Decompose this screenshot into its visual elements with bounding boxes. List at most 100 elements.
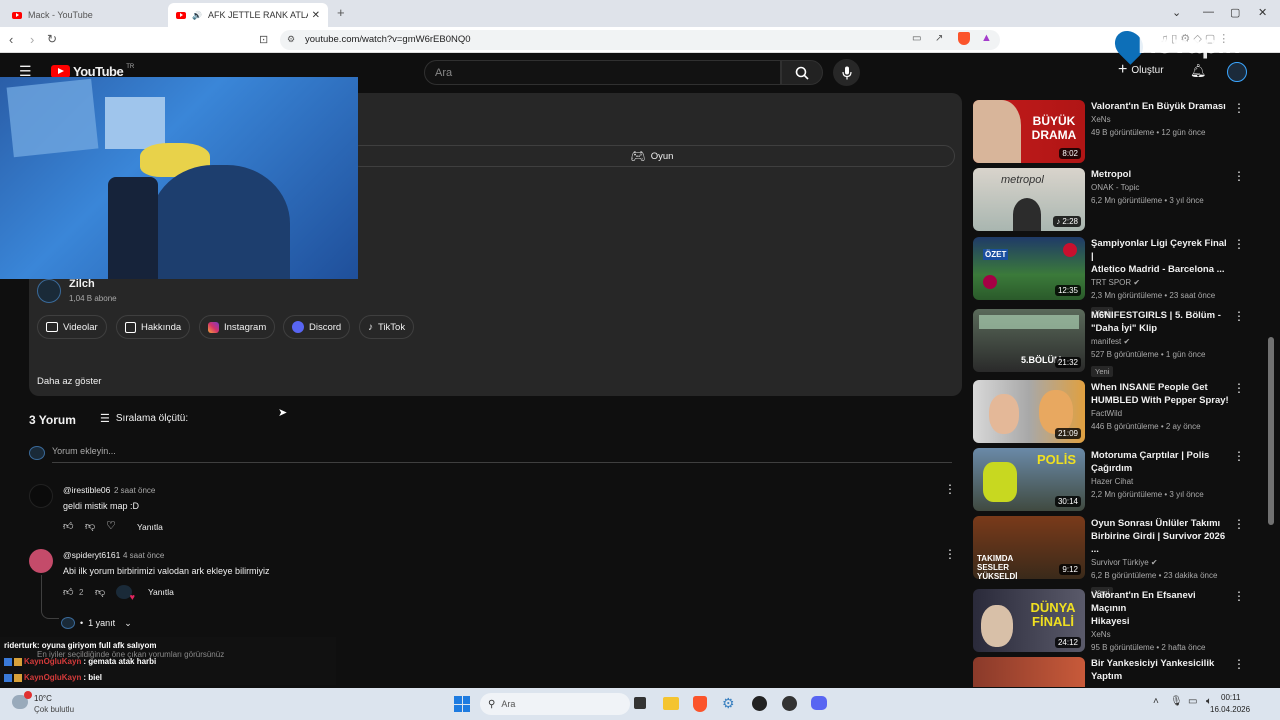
videos-link[interactable]: Videolar xyxy=(37,315,107,339)
rewards-icon[interactable]: ▲ xyxy=(981,32,992,44)
share-icon[interactable]: ↗ xyxy=(935,33,943,44)
taskbar-search[interactable]: ⚲ Ara xyxy=(480,693,630,715)
create-label: Oluştur xyxy=(1131,64,1164,76)
forward-icon[interactable]: › xyxy=(30,32,34,47)
new-tab-icon[interactable]: + xyxy=(337,5,345,20)
reply-button[interactable]: Yanıtla xyxy=(148,587,174,597)
heart-icon[interactable]: ♡ xyxy=(106,519,116,532)
close-icon[interactable]: ✕ xyxy=(312,10,320,21)
tab-mack[interactable]: Mack - YouTube xyxy=(4,3,164,27)
more-actions-icon[interactable]: ⋮ xyxy=(1233,449,1245,463)
tab-title: AFK JETTLE RANK ATLAMAK xyxy=(207,10,308,20)
close-window-icon[interactable]: ✕ xyxy=(1258,6,1267,19)
reload-icon[interactable]: ↻ xyxy=(47,32,57,46)
brave-shield-icon[interactable] xyxy=(958,32,970,45)
more-actions-icon[interactable]: ⋮ xyxy=(1233,169,1245,183)
microphone-icon[interactable]: 🎙︎ xyxy=(1170,696,1183,707)
comment-time[interactable]: 4 saat önce xyxy=(123,551,164,560)
video-thumbnail[interactable]: POLİS 30:14 xyxy=(973,448,1085,511)
tab-search-icon[interactable]: ⌄ xyxy=(1172,6,1181,19)
video-info[interactable]: M6NIFESTGIRLS | 5. Bölüm - "Daha İyi" Kl… xyxy=(1091,309,1231,379)
video-thumbnail[interactable]: 5.BÖLÜM 21:32 xyxy=(973,309,1085,372)
commenter-avatar[interactable] xyxy=(29,484,53,508)
video-thumbnail[interactable] xyxy=(973,657,1085,687)
comment-author[interactable]: @spideryt6161 xyxy=(63,550,120,560)
tiktok-link[interactable]: ♪ TikTok xyxy=(359,315,415,339)
dislike-icon[interactable]: 👎︎ xyxy=(95,586,105,598)
video-thumbnail[interactable]: ÖZET 12:35 xyxy=(973,237,1085,300)
video-info[interactable]: Şampiyonlar Ligi Çeyrek Final | Atletico… xyxy=(1091,237,1231,320)
clock-time[interactable]: 00:11 xyxy=(1221,693,1240,702)
video-info[interactable]: When INSANE People Get HUMBLED With Pepp… xyxy=(1091,381,1231,433)
settings-icon[interactable]: ⚙ xyxy=(722,695,735,712)
about-link[interactable]: Hakkında xyxy=(116,315,191,339)
commenter-avatar[interactable] xyxy=(29,549,53,573)
search-button[interactable] xyxy=(781,60,823,85)
page-scrollbar[interactable] xyxy=(1268,337,1274,525)
app-icon[interactable] xyxy=(752,696,767,711)
category-label: Oyun xyxy=(650,150,674,162)
video-title-line2: Çağırdım xyxy=(1091,463,1133,474)
show-less-button[interactable]: Daha az göster xyxy=(37,376,101,387)
replies-toggle[interactable]: • 1 yanıt ⌄ xyxy=(61,617,132,629)
video-info[interactable]: Bir Yankesiciyi Yankesicilik Yaptım xyxy=(1091,657,1231,683)
video-thumbnail[interactable]: TAKIMDA SESLER YÜKSELDİ 9:12 xyxy=(973,516,1085,579)
voice-search-button[interactable] xyxy=(833,59,860,86)
video-thumbnail[interactable]: BÜYÜK DRAMA 8:02 xyxy=(973,100,1085,163)
site-info-icon[interactable]: ⚙ xyxy=(287,34,295,45)
clock-date[interactable]: 16.04.2026 xyxy=(1210,705,1250,714)
video-thumbnail[interactable]: DÜNYA FİNALİ 24:12 xyxy=(973,589,1085,652)
comment-time[interactable]: 2 saat önce xyxy=(114,486,155,495)
maximize-icon[interactable]: ▢ xyxy=(1230,6,1240,19)
like-icon[interactable]: 👍︎ xyxy=(63,586,73,598)
alert-badge xyxy=(24,691,32,699)
notifications-bell-icon[interactable]: 🔔︎ xyxy=(1190,63,1207,79)
tray-chevron-icon[interactable]: ˄ xyxy=(1153,696,1159,707)
comment-author[interactable]: @irestible06 xyxy=(63,485,110,495)
minimize-icon[interactable]: — xyxy=(1203,6,1214,18)
more-actions-icon[interactable]: ⋮ xyxy=(1233,517,1245,531)
more-actions-icon[interactable]: ⋮ xyxy=(944,482,956,496)
more-actions-icon[interactable]: ⋮ xyxy=(1233,101,1245,115)
video-thumbnail[interactable]: metropol ♪ 2:28 xyxy=(973,168,1085,231)
reply-button[interactable]: Yanıtla xyxy=(137,522,163,532)
more-actions-icon[interactable]: ⋮ xyxy=(1233,381,1245,395)
task-view-icon[interactable] xyxy=(634,697,646,709)
video-info[interactable]: Valorant'ın En Büyük Draması XeNs 49 B g… xyxy=(1091,100,1231,139)
app-icon[interactable] xyxy=(782,696,797,711)
channel-avatar[interactable] xyxy=(37,279,61,303)
discord-icon[interactable] xyxy=(811,696,827,710)
file-explorer-icon[interactable] xyxy=(663,697,679,710)
video-info[interactable]: Metropol ONAK - Topic 6,2 Mn görüntüleme… xyxy=(1091,168,1231,207)
more-actions-icon[interactable]: ⋮ xyxy=(1233,589,1245,603)
discord-link[interactable]: Discord xyxy=(283,315,351,339)
channel-name[interactable]: Zilch xyxy=(69,278,95,290)
bookmark-icon[interactable]: ⊡ xyxy=(259,33,268,46)
instagram-link[interactable]: Instagram xyxy=(199,315,276,339)
more-actions-icon[interactable]: ⋮ xyxy=(1233,657,1245,671)
account-avatar[interactable] xyxy=(1227,62,1247,82)
create-button[interactable]: + Oluştur xyxy=(1118,62,1164,78)
channel-name: TRT SPOR ✔ xyxy=(1091,276,1231,289)
sort-button[interactable]: ☰ Sıralama ölçütü: xyxy=(100,412,188,425)
brave-browser-icon[interactable] xyxy=(693,696,707,712)
url-field[interactable]: ⚙ youtube.com/watch?v=gmW6rEB0NQ0 xyxy=(280,30,1000,50)
search-input[interactable]: Ara xyxy=(424,60,781,85)
video-info[interactable]: Oyun Sonrası Ünlüler Takımı Birbirine Gi… xyxy=(1091,517,1231,600)
more-actions-icon[interactable]: ⋮ xyxy=(1233,237,1245,251)
video-info[interactable]: Motoruma Çarptılar | Polis Çağırdım Haze… xyxy=(1091,449,1231,501)
tab-afk-jettle[interactable]: 🔊 AFK JETTLE RANK ATLAMAK ✕ xyxy=(168,3,328,27)
like-icon[interactable]: 👍︎ xyxy=(63,520,73,532)
network-icon[interactable]: ▭ xyxy=(1188,696,1197,707)
video-thumbnail[interactable]: 21:09 xyxy=(973,380,1085,443)
cast-icon[interactable]: ▭ xyxy=(912,33,921,44)
category-chip[interactable]: 🎮︎ Oyun xyxy=(349,145,955,167)
add-comment-input[interactable]: Yorum ekleyin... xyxy=(52,446,952,463)
start-button[interactable] xyxy=(454,696,470,712)
back-icon[interactable]: ‹ xyxy=(9,32,13,47)
search-icon: ⚲ xyxy=(488,698,496,710)
video-info[interactable]: Valorant'ın En Efsanevi Maçının Hikayesi… xyxy=(1091,589,1231,654)
more-actions-icon[interactable]: ⋮ xyxy=(1233,309,1245,323)
dislike-icon[interactable]: 👎︎ xyxy=(85,520,95,532)
more-actions-icon[interactable]: ⋮ xyxy=(944,547,956,561)
